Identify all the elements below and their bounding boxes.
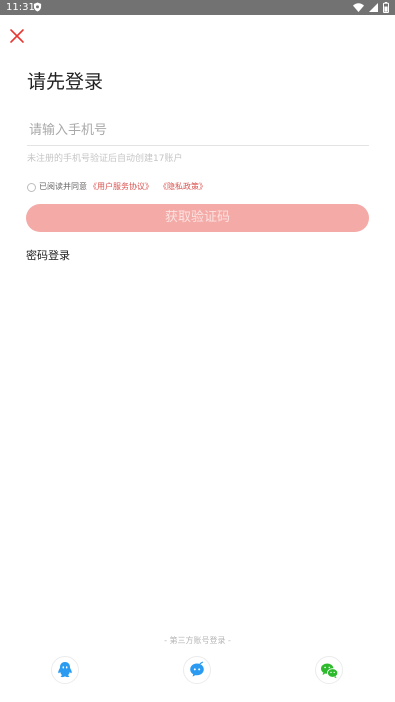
password-login-link[interactable]: 密码登录	[26, 249, 70, 263]
phone-input[interactable]	[27, 116, 369, 146]
user-agreement-link[interactable]: 《用户服务协议》	[89, 181, 153, 193]
register-hint: 未注册的手机号验证后自动创建17账户	[27, 154, 183, 164]
agreement-prefix: 已阅读并同意	[39, 182, 87, 191]
privacy-policy-link[interactable]: 《隐私政策》	[159, 181, 207, 193]
status-icons	[353, 2, 389, 13]
battery-icon	[383, 2, 389, 13]
wechat-icon	[320, 663, 338, 678]
page-title: 请先登录	[27, 71, 104, 93]
get-code-button[interactable]: 获取验证码	[26, 204, 369, 232]
wifi-icon	[353, 3, 364, 12]
qq-login-button[interactable]	[51, 656, 79, 684]
wechat-login-button[interactable]	[315, 656, 343, 684]
agreement-radio[interactable]	[27, 182, 36, 192]
signal-icon	[369, 3, 378, 12]
chat-login-button[interactable]	[183, 656, 211, 684]
status-bar: 11:31	[0, 0, 395, 15]
close-icon[interactable]	[8, 27, 26, 45]
agreement-row: 已阅读并同意 《用户服务协议》 《隐私政策》	[27, 181, 207, 193]
qq-icon	[58, 662, 72, 678]
status-time: 11:31	[6, 2, 35, 13]
shield-icon	[33, 2, 42, 12]
third-party-label: - 第三方账号登录 -	[164, 636, 231, 645]
chat-bubble-icon	[190, 661, 204, 677]
